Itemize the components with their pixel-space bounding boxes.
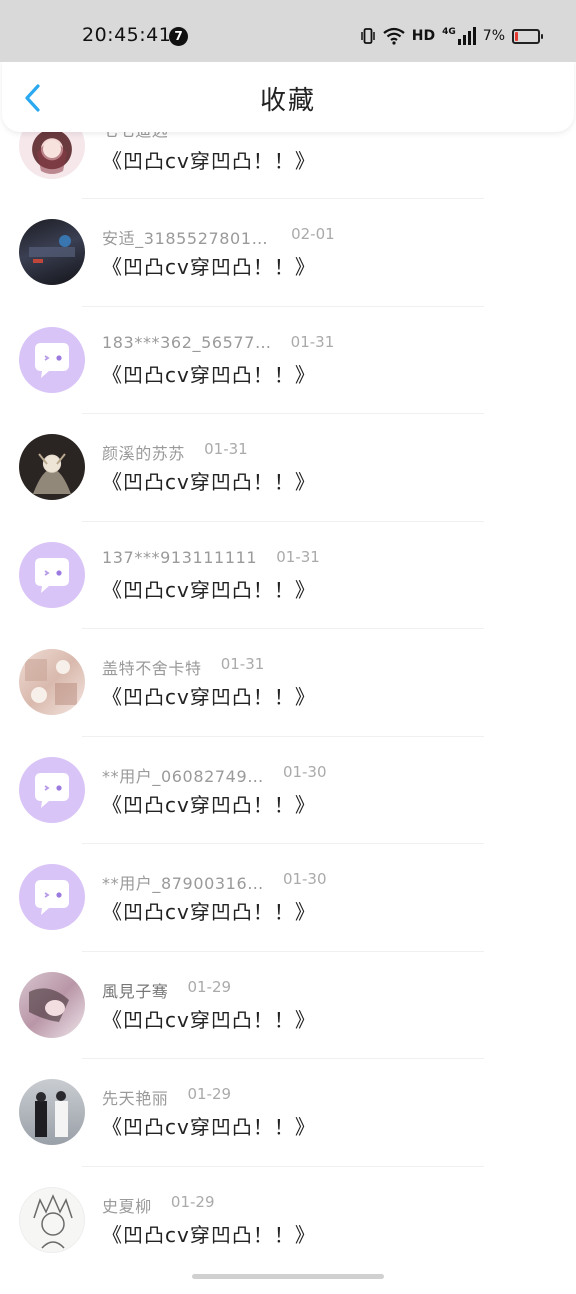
chat-bubble-icon [35, 343, 69, 378]
item-date: 01-30 [282, 870, 327, 888]
user-name: 颜溪的苏苏 [102, 444, 186, 463]
divider [82, 521, 484, 522]
divider [82, 736, 484, 737]
avatar[interactable] [19, 864, 85, 930]
item-date: 01-29 [187, 1085, 232, 1103]
item-meta: 颜溪的苏苏 01-31 [102, 440, 248, 466]
item-meta: **用户_87900316… 01-30 [102, 870, 327, 896]
message-text: 《凹凸cv穿凹凸！！》 [102, 793, 316, 817]
chat-bubble-icon [35, 558, 69, 593]
message-text: 《凹凸cv穿凹凸！！》 [102, 255, 316, 279]
message-text: 《凹凸cv穿凹凸！！》 [102, 149, 316, 173]
message-text: 《凹凸cv穿凹凸！！》 [102, 470, 316, 494]
user-name: 史夏柳 [102, 1197, 152, 1216]
avatar[interactable] [19, 972, 85, 1038]
list-item[interactable]: **用户_06082749… 01-30 《凹凸cv穿凹凸！！》 [0, 757, 576, 864]
divider [82, 951, 484, 952]
divider [82, 198, 484, 199]
status-bar: 20:45:41 7 HD 4G 7% [0, 0, 576, 62]
hd-label: HD [411, 28, 436, 44]
page-title: 收藏 [259, 86, 316, 116]
user-name: 137***913111111 [102, 548, 258, 567]
home-indicator[interactable] [192, 1274, 384, 1279]
user-name: **用户_87900316… [102, 874, 264, 893]
header: 收藏 [2, 60, 574, 132]
avatar[interactable] [19, 434, 85, 500]
message-text: 《凹凸cv穿凹凸！！》 [102, 900, 316, 924]
item-meta: 137***913111111 01-31 [102, 548, 320, 574]
message-text: 《凹凸cv穿凹凸！！》 [102, 578, 316, 602]
user-name: 先天艳丽 [102, 1089, 169, 1108]
item-date: 01-29 [170, 1193, 215, 1211]
item-meta: 安适_31855278017… 02-01 [102, 225, 335, 251]
item-meta: 史夏柳 01-29 [102, 1193, 215, 1219]
chat-bubble-icon [35, 880, 69, 915]
divider [82, 306, 484, 307]
battery-percent: 7% [482, 28, 505, 44]
message-text: 《凹凸cv穿凹凸！！》 [102, 1223, 316, 1247]
list-item[interactable]: 風見子骞 01-29 《凹凸cv穿凹凸！！》 [0, 972, 576, 1079]
item-date: 01-31 [276, 548, 320, 566]
wifi-icon [383, 27, 405, 45]
avatar[interactable] [19, 757, 85, 823]
message-text: 《凹凸cv穿凹凸！！》 [102, 1008, 316, 1032]
avatar[interactable] [19, 649, 85, 715]
list-item[interactable]: **用户_87900316… 01-30 《凹凸cv穿凹凸！！》 [0, 864, 576, 971]
item-meta: **用户_06082749… 01-30 [102, 763, 327, 789]
message-text: 《凹凸cv穿凹凸！！》 [102, 363, 316, 387]
list-item[interactable]: 先天艳丽 01-29 《凹凸cv穿凹凸！！》 [0, 1079, 576, 1186]
item-date: 02-01 [291, 225, 335, 243]
divider [82, 1166, 484, 1167]
user-name: 盖特不舍卡特 [102, 659, 202, 678]
chat-bubble-icon [35, 773, 69, 808]
list-item[interactable]: 183***362_56577… 01-31 《凹凸cv穿凹凸！！》 [0, 327, 576, 434]
user-name: 風見子骞 [102, 982, 169, 1001]
avatar[interactable] [19, 1187, 85, 1253]
battery-icon [512, 28, 543, 44]
list-item[interactable]: 137***913111111 01-31 《凹凸cv穿凹凸！！》 [0, 542, 576, 649]
user-name: 183***362_56577… [102, 333, 272, 352]
list-item[interactable]: 颜溪的苏苏 01-31 《凹凸cv穿凹凸！！》 [0, 434, 576, 541]
user-name: **用户_06082749… [102, 767, 264, 786]
item-date: 01-31 [290, 333, 335, 351]
list-item[interactable]: 盖特不舍卡特 01-31 《凹凸cv穿凹凸！！》 [0, 649, 576, 756]
notification-badge: 7 [169, 27, 188, 46]
favorites-list: 七七遥远 《凹凸cv穿凹凸！！》 安适_31855278017… 02-01 《… [0, 0, 576, 1280]
status-icons: HD 4G 7% [360, 25, 543, 47]
signal-label: 4G [442, 27, 456, 37]
avatar[interactable] [19, 219, 85, 285]
divider [82, 1058, 484, 1059]
item-meta: 183***362_56577… 01-31 [102, 333, 334, 359]
item-date: 01-31 [220, 655, 265, 673]
item-meta: 風見子骞 01-29 [102, 978, 231, 1004]
divider [82, 413, 484, 414]
status-time: 20:45:41 [82, 24, 172, 46]
avatar[interactable] [19, 542, 85, 608]
divider [82, 843, 484, 844]
item-meta: 先天艳丽 01-29 [102, 1085, 231, 1111]
item-date: 01-31 [204, 440, 248, 458]
vibrate-icon [361, 28, 375, 44]
avatar[interactable] [19, 1079, 85, 1145]
list-item[interactable]: 安适_31855278017… 02-01 《凹凸cv穿凹凸！！》 [0, 219, 576, 326]
avatar[interactable] [19, 327, 85, 393]
item-date: 01-29 [187, 978, 232, 996]
item-date: 01-30 [282, 763, 327, 781]
item-meta: 盖特不舍卡特 01-31 [102, 655, 264, 681]
user-name: 安适_31855278017… [102, 229, 272, 248]
divider [82, 628, 484, 629]
message-text: 《凹凸cv穿凹凸！！》 [102, 685, 316, 709]
signal-icon: 4G [442, 27, 476, 45]
message-text: 《凹凸cv穿凹凸！！》 [102, 1115, 316, 1139]
